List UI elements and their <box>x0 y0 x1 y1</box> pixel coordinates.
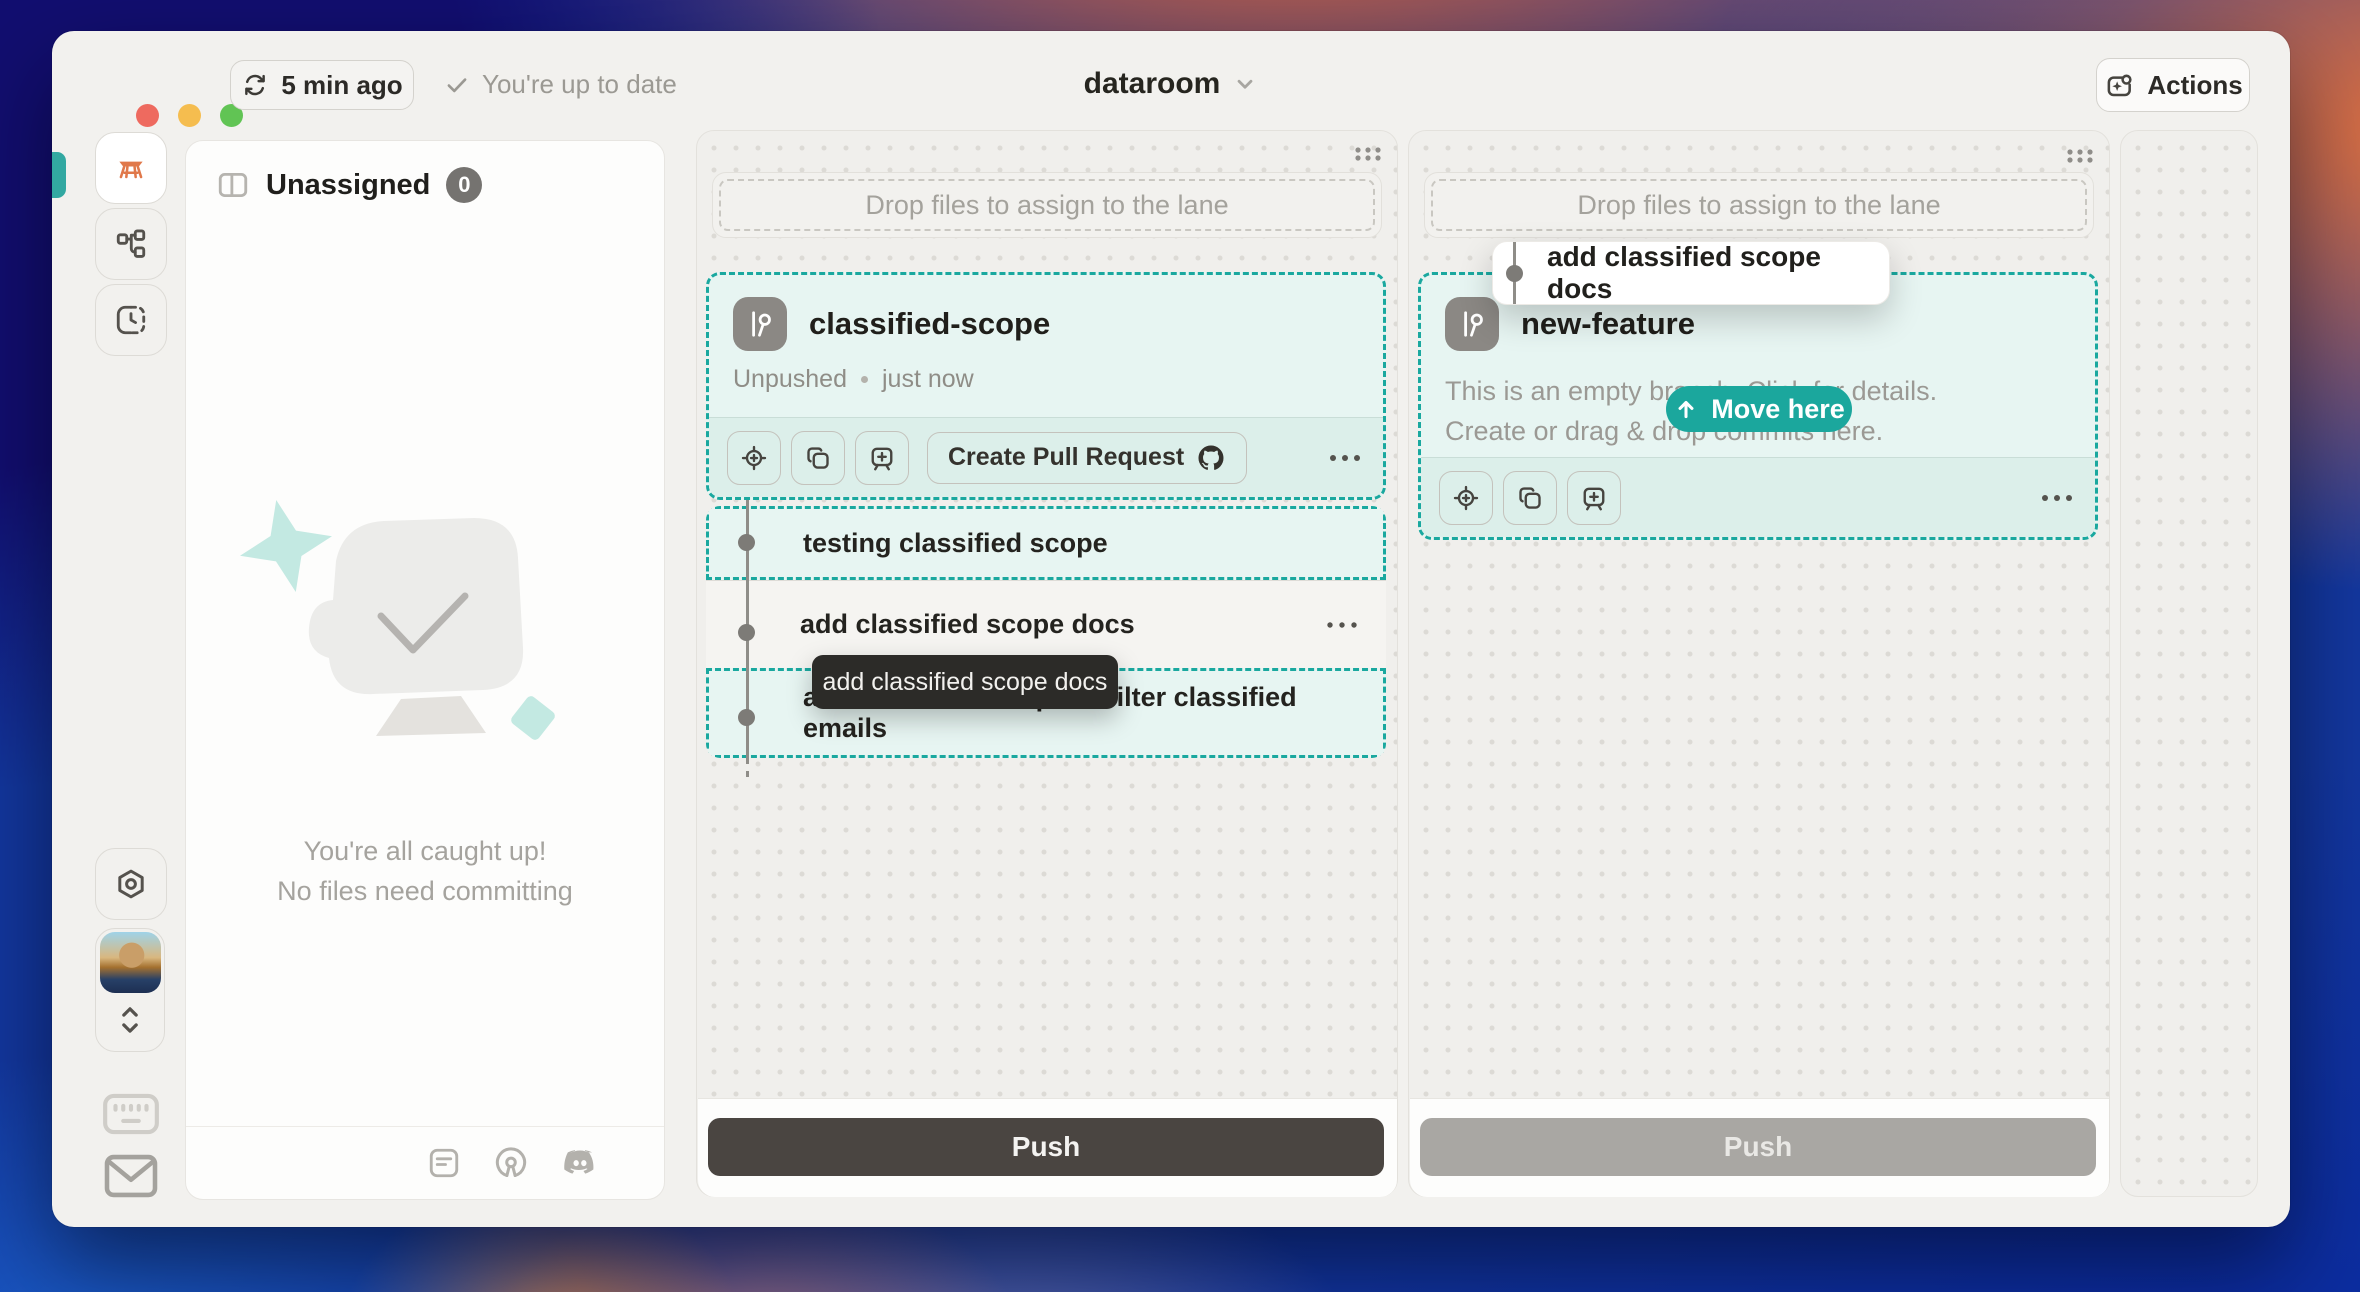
split-panel-icon <box>216 168 250 202</box>
unassigned-count-badge: 0 <box>446 167 482 203</box>
lane2-toolbar <box>1421 457 2095 537</box>
push-label: Push <box>1724 1131 1792 1163</box>
unassigned-title: Unassigned <box>266 169 430 202</box>
commit-target-icon-button[interactable] <box>1439 471 1493 525</box>
commit-row[interactable]: testing classified scope <box>706 506 1386 580</box>
lane1-push-button[interactable]: Push <box>708 1118 1384 1176</box>
monitor-stand <box>376 696 486 736</box>
copy-branch-icon-button[interactable] <box>1503 471 1557 525</box>
app-window: 5 min ago You're up to date dataroom Act… <box>52 31 2290 1227</box>
move-here-label: Move here <box>1711 394 1845 425</box>
empty-state-text: You're all caught up! No files need comm… <box>186 831 664 911</box>
commit-more-options-icon[interactable] <box>1324 620 1360 630</box>
commit-graph-line-dashed <box>746 758 749 782</box>
history-clock-icon <box>114 303 148 337</box>
drag-ghost-commit[interactable]: add classified scope docs <box>1492 241 1890 305</box>
avatar <box>100 932 161 993</box>
create-pull-request-button[interactable]: Create Pull Request <box>927 432 1247 484</box>
project-selector[interactable]: dataroom <box>1011 56 1331 112</box>
settings-button[interactable] <box>95 848 167 920</box>
dot-separator <box>861 376 868 383</box>
push-label: Push <box>1012 1131 1080 1163</box>
sync-button[interactable]: 5 min ago <box>230 60 414 110</box>
feedback-mail-icon[interactable] <box>100 1152 162 1200</box>
sync-icon <box>241 71 269 99</box>
branch-name: new-feature <box>1521 297 1695 351</box>
sidebar-item-workspace[interactable] <box>95 132 167 204</box>
sidebar-item-history[interactable] <box>95 284 167 356</box>
move-here-button[interactable]: Move here <box>1666 386 1852 432</box>
close-window-button[interactable] <box>136 104 159 127</box>
create-pr-label: Create Pull Request <box>948 443 1184 472</box>
lane2-push-button[interactable]: Push <box>1420 1118 2096 1176</box>
actions-button[interactable]: Actions <box>2096 58 2250 112</box>
branch-badge-icon <box>733 297 787 351</box>
account-switcher[interactable] <box>95 928 165 1052</box>
drag-ghost-label: add classified scope docs <box>1547 241 1889 305</box>
copy-branch-icon-button[interactable] <box>791 431 845 485</box>
active-page-indicator <box>52 152 66 198</box>
project-name: dataroom <box>1084 67 1221 101</box>
commits-list: testing classified scope add classified … <box>706 506 1386 758</box>
chevron-down-icon <box>1232 71 1258 97</box>
lane2-dropzone[interactable]: Drop files to assign to the lane <box>1424 172 2094 238</box>
lane1-drop-hint: Drop files to assign to the lane <box>865 190 1228 221</box>
gear-icon <box>114 867 148 901</box>
lane1-more-options-icon[interactable] <box>1325 452 1365 464</box>
actions-label: Actions <box>2147 70 2242 101</box>
sidebar-item-branches[interactable] <box>95 208 167 280</box>
branch-state: Unpushed <box>733 365 847 394</box>
lane1-toolbar: Create Pull Request <box>709 417 1383 497</box>
up-to-date-status: You're up to date <box>444 69 677 100</box>
empty-line1: You're all caught up! <box>186 831 664 871</box>
monitor-blob <box>309 518 523 694</box>
empty-line2: No files need committing <box>186 871 664 911</box>
commit-dot <box>738 624 755 641</box>
changelog-icon[interactable] <box>426 1145 462 1181</box>
commit-message: testing classified scope <box>803 528 1108 559</box>
lane1-drag-handle-icon[interactable] <box>1352 144 1384 164</box>
keyboard-shortcuts-icon[interactable] <box>100 1092 162 1136</box>
commit-message: add classified scope docs <box>800 609 1135 640</box>
commit-dot <box>738 534 755 551</box>
arrow-up-icon <box>1673 396 1699 422</box>
workbench-table-icon <box>113 150 149 186</box>
add-to-workspace-icon-button[interactable] <box>855 431 909 485</box>
branch-time: just now <box>882 365 974 394</box>
empty-lane-slot[interactable] <box>2120 130 2258 1197</box>
minimize-window-button[interactable] <box>178 104 201 127</box>
github-icon <box>1196 443 1226 473</box>
window-controls[interactable] <box>136 104 243 127</box>
sync-time-label: 5 min ago <box>281 70 402 101</box>
check-icon <box>444 72 470 98</box>
unassigned-header: Unassigned 0 <box>186 141 664 229</box>
add-to-workspace-icon-button[interactable] <box>1567 471 1621 525</box>
teal-diamond <box>509 694 557 742</box>
commit-target-icon-button[interactable] <box>727 431 781 485</box>
drag-tooltip: add classified scope docs <box>812 655 1118 709</box>
ai-sparkle-icon <box>2103 69 2135 101</box>
empty-state-illustration <box>186 471 664 801</box>
open-source-icon[interactable] <box>492 1144 530 1182</box>
panel-footer <box>186 1126 664 1199</box>
drag-tooltip-label: add classified scope docs <box>823 668 1108 697</box>
chevron-up-down-icon <box>115 999 145 1041</box>
commit-dot <box>738 709 755 726</box>
status-label: You're up to date <box>482 69 677 100</box>
branch-name: classified-scope <box>809 297 1050 351</box>
branch-card-classified-scope[interactable]: classified-scope Unpushed just now <box>706 272 1386 500</box>
branch-badge-icon <box>1445 297 1499 351</box>
lane2-drag-handle-icon[interactable] <box>2064 146 2096 166</box>
sparkle-star <box>230 490 341 601</box>
lane2-more-options-icon[interactable] <box>2037 492 2077 504</box>
unassigned-panel: Unassigned 0 You're all caught up! No fi… <box>185 140 665 1200</box>
lane1-dropzone[interactable]: Drop files to assign to the lane <box>712 172 1382 238</box>
discord-icon[interactable] <box>560 1143 600 1183</box>
lane2-drop-hint: Drop files to assign to the lane <box>1577 190 1940 221</box>
branches-graph-icon <box>114 227 148 261</box>
